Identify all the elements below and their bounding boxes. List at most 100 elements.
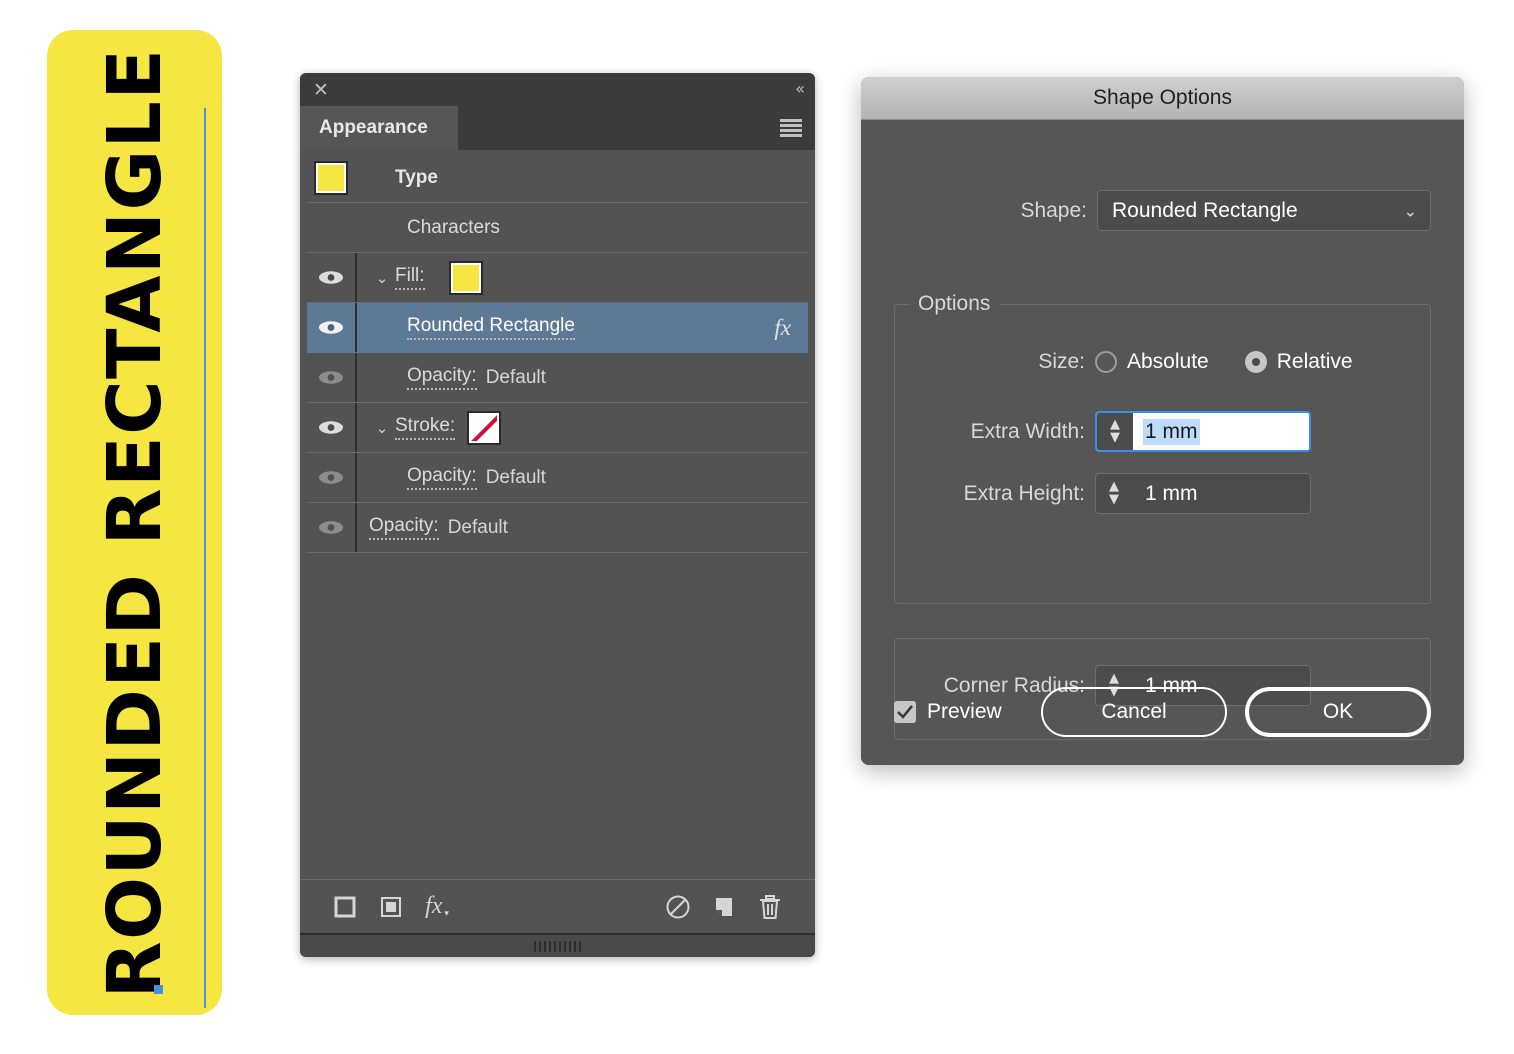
preview-checkbox[interactable]: Preview [894, 700, 1002, 724]
duplicate-item-icon[interactable] [701, 889, 747, 925]
type-swatch-cell[interactable] [307, 153, 355, 202]
eye-icon [319, 321, 343, 334]
panel-footer-toolbar: fx ▾ [300, 879, 815, 933]
extra-width-row: Extra Width: ▲ ▼ 1 mm [895, 411, 1430, 452]
cancel-button-label: Cancel [1101, 700, 1167, 723]
stepper-down-icon[interactable]: ▼ [1110, 431, 1120, 444]
radio-absolute[interactable]: Absolute [1095, 350, 1209, 374]
appearance-row-label: Characters [407, 216, 500, 238]
page-corner-glyph [716, 897, 732, 916]
visibility-toggle-effect[interactable] [307, 303, 355, 352]
delete-item-icon[interactable] [747, 889, 793, 925]
cancel-button[interactable]: Cancel [1041, 687, 1227, 737]
appearance-row-opacity-stroke[interactable]: Opacity: Default [307, 453, 808, 503]
visibility-toggle-fill[interactable] [307, 253, 355, 302]
shape-options-dialog: Shape Options Shape: Rounded Rectangle ⌄… [861, 77, 1464, 765]
stepper-up-icon[interactable]: ▲ [1109, 480, 1119, 493]
appearance-row-opacity-fill[interactable]: Opacity: Default [307, 353, 808, 403]
yellow-rounded-rectangle-artwork[interactable]: ROUNDED RECTANGLE [47, 30, 222, 1015]
appearance-row-rounded-rectangle[interactable]: Rounded Rectangle fx [307, 303, 808, 353]
panel-resize-grip[interactable] [300, 933, 815, 957]
appearance-row-opacity-root[interactable]: Opacity: Default [307, 503, 808, 553]
appearance-row-value: Default [447, 516, 508, 538]
shape-dropdown[interactable]: Rounded Rectangle ⌄ [1097, 190, 1431, 231]
dialog-body: Shape: Rounded Rectangle ⌄ Options Size:… [861, 120, 1464, 765]
appearance-row-label[interactable]: Rounded Rectangle [407, 315, 575, 340]
appearance-row-fill[interactable]: ⌄ Fill: [307, 253, 808, 303]
dialog-titlebar: Shape Options [861, 77, 1464, 120]
add-new-effect-icon[interactable]: fx ▾ [414, 889, 460, 925]
appearance-row-label[interactable]: Opacity: [407, 465, 477, 490]
extra-width-value-wrap: 1 mm [1133, 413, 1309, 450]
dialog-footer: Preview Cancel OK [894, 687, 1431, 737]
chevron-down-icon: ▾ [444, 907, 449, 918]
radio-relative[interactable]: Relative [1244, 350, 1353, 374]
dialog-buttons: Cancel OK [1041, 687, 1431, 737]
chevron-down-icon[interactable]: ⌄ [369, 269, 395, 287]
preview-checkbox-box [894, 701, 916, 723]
chevron-down-icon[interactable]: ⌄ [369, 419, 395, 437]
grip-lines [534, 940, 581, 952]
text-anchor-point[interactable] [154, 985, 163, 994]
extra-height-label: Extra Height: [963, 481, 1085, 505]
tab-appearance[interactable]: Appearance [300, 106, 458, 150]
checkmark-icon [897, 705, 913, 719]
add-new-fill-icon[interactable] [368, 889, 414, 925]
visibility-toggle-opacity-fill[interactable] [307, 353, 355, 402]
appearance-row-characters[interactable]: Characters [307, 203, 808, 253]
extra-height-input[interactable]: ▲ ▼ 1 mm [1095, 473, 1311, 514]
chevron-down-icon: ⌄ [1403, 201, 1417, 220]
appearance-row-label: Type [395, 166, 438, 188]
screen: ROUNDED RECTANGLE ✕ « Appearance Type Ch… [0, 0, 1514, 1054]
size-radio-group: Absolute Relative [1095, 350, 1353, 374]
text-baseline-guide [204, 108, 206, 1008]
add-new-stroke-icon[interactable] [322, 889, 368, 925]
visibility-toggle-opacity-root[interactable] [307, 503, 355, 552]
stepper-up-icon[interactable]: ▲ [1109, 672, 1119, 685]
appearance-row-label[interactable]: Opacity: [369, 515, 439, 540]
circle-slash-glyph [666, 895, 690, 918]
stepper-down-icon[interactable]: ▼ [1109, 493, 1119, 506]
size-label: Size: [1038, 350, 1085, 373]
extra-height-stepper[interactable]: ▲ ▼ [1096, 474, 1132, 513]
stepper-up-icon[interactable]: ▲ [1110, 418, 1120, 431]
appearance-row-label[interactable]: Fill: [395, 265, 425, 290]
appearance-row-label[interactable]: Opacity: [407, 365, 477, 390]
extra-height-row: Extra Height: ▲ ▼ 1 mm [895, 473, 1430, 514]
extra-width-input[interactable]: ▲ ▼ 1 mm [1095, 411, 1311, 452]
opacity-root-row-body: Opacity: Default [357, 503, 808, 552]
opacity-row-body: Opacity: Default [357, 353, 808, 402]
opacity-row-body: Opacity: Default [357, 453, 808, 502]
extra-width-label: Extra Width: [970, 419, 1085, 443]
options-group: Options Size: Absolute Relative Extra Wi… [894, 292, 1431, 604]
stroke-none-swatch[interactable] [467, 410, 502, 445]
appearance-panel: ✕ « Appearance ⌄ Type [300, 73, 815, 957]
radio-relative-label: Relative [1276, 350, 1353, 373]
appearance-row-value: Default [485, 466, 546, 488]
clear-appearance-icon[interactable] [655, 889, 701, 925]
options-group-legend: Options [918, 292, 991, 315]
visibility-toggle-stroke[interactable] [307, 403, 355, 452]
fx-icon[interactable]: fx [774, 315, 791, 341]
eye-cell-empty [307, 203, 355, 252]
ok-button[interactable]: OK [1245, 687, 1431, 737]
shape-label: Shape: [1020, 198, 1087, 222]
artwork-text[interactable]: ROUNDED RECTANGLE [92, 47, 178, 998]
fill-color-swatch[interactable] [448, 260, 483, 295]
tab-appearance-label: Appearance [319, 117, 428, 138]
eye-icon [319, 271, 343, 284]
effect-row-body: Rounded Rectangle [357, 303, 808, 352]
eye-icon [319, 471, 343, 484]
appearance-item-list: ⌄ Type Characters [300, 150, 815, 879]
extra-width-stepper[interactable]: ▲ ▼ [1097, 413, 1133, 450]
preview-label: Preview [927, 700, 1002, 723]
appearance-row-label[interactable]: Stroke: [395, 415, 456, 440]
appearance-row-type[interactable]: ⌄ Type [307, 153, 808, 203]
panel-menu-icon[interactable] [780, 119, 802, 137]
panel-tabbar: Appearance [300, 106, 815, 150]
visibility-toggle-opacity-stroke[interactable] [307, 453, 355, 502]
type-fill-swatch[interactable] [314, 160, 348, 195]
close-icon[interactable]: ✕ [311, 80, 331, 100]
collapse-panel-icon[interactable]: « [795, 79, 805, 99]
appearance-row-stroke[interactable]: ⌄ Stroke: [307, 403, 808, 453]
